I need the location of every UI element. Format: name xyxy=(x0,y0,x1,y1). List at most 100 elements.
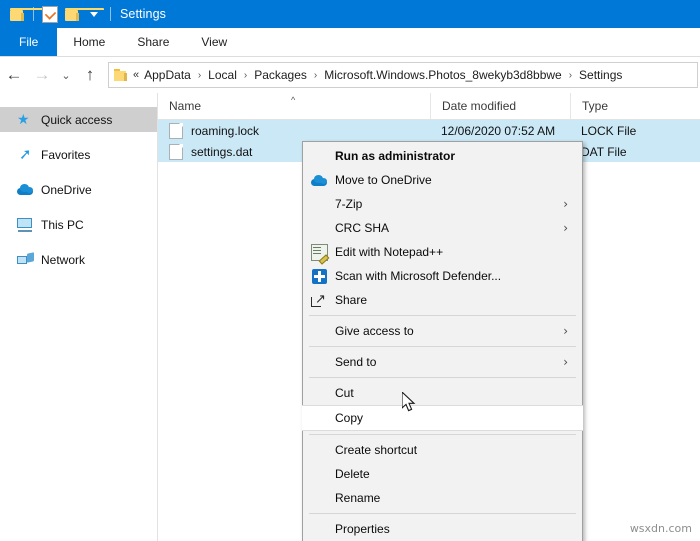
tab-home[interactable]: Home xyxy=(57,28,121,56)
file-name-label: roaming.lock xyxy=(191,123,260,138)
blank-icon xyxy=(310,409,328,427)
file-icon xyxy=(169,122,183,139)
submenu-chevron-right-icon: › xyxy=(563,355,568,369)
breadcrumb-overflow-icon[interactable]: « xyxy=(131,69,143,81)
notepad-plus-plus-icon xyxy=(310,243,328,261)
menu-item-create-shortcut[interactable]: Create shortcut xyxy=(303,438,582,462)
column-header-row: Name ^ Date modified Type xyxy=(158,93,700,120)
menu-item-crc-sha[interactable]: CRC SHA › xyxy=(303,216,582,240)
menu-item-run-as-administrator[interactable]: Run as administrator xyxy=(303,144,582,168)
file-date-cell: 12/06/2020 07:52 AM xyxy=(441,123,556,138)
menu-item-rename[interactable]: Rename xyxy=(303,486,582,510)
menu-item-7-zip[interactable]: 7-Zip › xyxy=(303,192,582,216)
up-arrow-icon[interactable]: ↑ xyxy=(76,61,104,89)
menu-item-label: Move to OneDrive xyxy=(335,173,432,187)
menu-item-cut[interactable]: Cut xyxy=(303,381,582,405)
file-type-cell: DAT File xyxy=(581,144,627,159)
context-menu: Run as administrator Move to OneDrive 7-… xyxy=(302,141,583,541)
breadcrumb-separator-icon[interactable]: › xyxy=(192,70,207,81)
table-row[interactable]: roaming.lock 12/06/2020 07:52 AM LOCK Fi… xyxy=(158,120,700,141)
tab-file[interactable]: File xyxy=(0,28,58,56)
watermark: wsxdn.com xyxy=(629,522,692,535)
menu-item-copy[interactable]: Copy xyxy=(302,405,583,431)
sidebar-item-label: Quick access xyxy=(41,112,113,127)
breadcrumb-local[interactable]: Local xyxy=(207,68,238,82)
pin-star-icon: ★ xyxy=(17,111,30,128)
file-explorer-window: Settings File Home Share View ← → ⌄ ↑ « … xyxy=(0,0,700,541)
navigation-pane: ★ Quick access ➚ Favorites OneDrive This… xyxy=(0,93,158,541)
navigation-bar: ← → ⌄ ↑ « AppData › Local › Packages › M… xyxy=(0,57,700,93)
menu-separator xyxy=(309,434,576,435)
new-folder-icon[interactable] xyxy=(39,3,61,25)
menu-separator xyxy=(309,377,576,378)
quick-access-toolbar xyxy=(0,3,116,25)
chevron-down-icon[interactable] xyxy=(83,3,105,25)
customize-folder-icon[interactable] xyxy=(61,3,104,25)
sidebar-item-network[interactable]: Network xyxy=(0,247,157,272)
menu-item-label: Properties xyxy=(335,522,390,536)
address-bar[interactable]: « AppData › Local › Packages › Microsoft… xyxy=(108,62,698,88)
blank-icon xyxy=(310,384,328,402)
column-header-label: Name xyxy=(169,99,202,113)
breadcrumb-settings[interactable]: Settings xyxy=(578,68,623,82)
sidebar-item-label: Network xyxy=(41,252,86,267)
menu-item-label: Rename xyxy=(335,491,381,505)
recent-locations-chevron-down-icon[interactable]: ⌄ xyxy=(56,61,76,89)
toolbar-divider-2 xyxy=(110,7,111,21)
file-icon xyxy=(169,143,183,160)
menu-item-label: Give access to xyxy=(335,324,414,338)
sidebar-item-favorites[interactable]: ➚ Favorites xyxy=(0,142,157,167)
blank-icon xyxy=(310,353,328,371)
blank-icon xyxy=(310,147,328,165)
menu-item-label: Delete xyxy=(335,467,370,481)
onedrive-cloud-icon xyxy=(310,171,328,189)
properties-folder-icon[interactable] xyxy=(6,3,49,25)
menu-item-share[interactable]: ↗ Share xyxy=(303,288,582,312)
blank-icon xyxy=(310,195,328,213)
menu-item-label: Create shortcut xyxy=(335,443,418,457)
menu-item-send-to[interactable]: Send to › xyxy=(303,350,582,374)
forward-arrow-icon[interactable]: → xyxy=(28,61,56,89)
menu-item-label: Send to xyxy=(335,355,377,369)
menu-item-properties[interactable]: Properties xyxy=(303,517,582,541)
menu-separator xyxy=(309,513,576,514)
menu-item-move-to-onedrive[interactable]: Move to OneDrive xyxy=(303,168,582,192)
menu-item-edit-with-notepad-plus-plus[interactable]: Edit with Notepad++ xyxy=(303,240,582,264)
column-header-label: Date modified xyxy=(442,99,517,113)
menu-item-scan-with-microsoft-defender[interactable]: Scan with Microsoft Defender... xyxy=(303,264,582,288)
title-bar: Settings xyxy=(0,0,700,28)
sidebar-item-label: Favorites xyxy=(41,147,91,162)
breadcrumb-packages[interactable]: Packages xyxy=(253,68,308,82)
breadcrumb-package-name[interactable]: Microsoft.Windows.Photos_8wekyb3d8bbwe xyxy=(323,68,562,82)
menu-item-delete[interactable]: Delete xyxy=(303,462,582,486)
column-header-type[interactable]: Type xyxy=(570,93,700,119)
sidebar-item-label: OneDrive xyxy=(41,182,92,197)
onedrive-cloud-icon xyxy=(16,181,34,199)
breadcrumb-appdata[interactable]: AppData xyxy=(143,68,192,82)
menu-separator xyxy=(309,346,576,347)
ribbon-tab-bar: File Home Share View xyxy=(0,28,700,57)
sidebar-item-this-pc[interactable]: This PC xyxy=(0,212,157,237)
menu-item-label: CRC SHA xyxy=(335,221,390,235)
sidebar-item-quick-access[interactable]: ★ Quick access xyxy=(0,107,157,132)
file-type-cell: LOCK File xyxy=(581,123,637,138)
blank-icon xyxy=(310,489,328,507)
breadcrumb-separator-icon[interactable]: › xyxy=(308,70,323,81)
blank-icon xyxy=(310,520,328,538)
tab-share[interactable]: Share xyxy=(121,28,185,56)
menu-item-label: Edit with Notepad++ xyxy=(335,245,444,259)
share-icon: ↗ xyxy=(310,291,328,309)
back-arrow-icon[interactable]: ← xyxy=(0,61,28,89)
favorites-arrow-icon: ➚ xyxy=(18,144,32,164)
breadcrumb-separator-icon[interactable]: › xyxy=(563,70,578,81)
tab-view[interactable]: View xyxy=(185,28,243,56)
breadcrumb-separator-icon[interactable]: › xyxy=(238,70,253,81)
defender-shield-icon xyxy=(310,267,328,285)
submenu-chevron-right-icon: › xyxy=(563,324,568,338)
column-header-name[interactable]: Name ^ xyxy=(158,93,430,119)
sidebar-item-onedrive[interactable]: OneDrive xyxy=(0,177,157,202)
menu-item-label: Scan with Microsoft Defender... xyxy=(335,269,502,283)
menu-item-give-access-to[interactable]: Give access to › xyxy=(303,319,582,343)
column-header-date-modified[interactable]: Date modified xyxy=(430,93,570,119)
menu-item-label: Copy xyxy=(335,411,364,425)
